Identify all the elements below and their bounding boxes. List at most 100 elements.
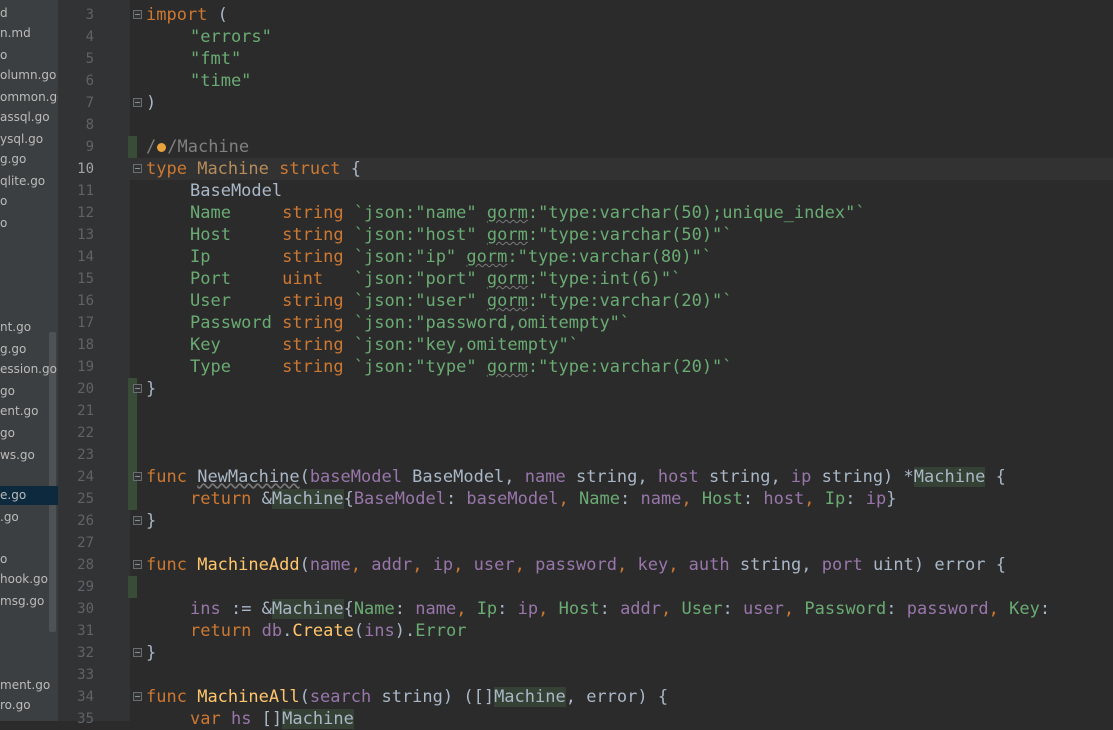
tree-file-item[interactable]: g.go — [0, 150, 58, 169]
fold-icon[interactable] — [133, 98, 142, 107]
struct-field-line[interactable]: Password string `json:"password,omitempt… — [190, 312, 630, 334]
fold-icon[interactable] — [133, 560, 142, 569]
tree-file-item[interactable]: e.go — [0, 486, 58, 505]
code-line-28[interactable]: func MachineAdd(name, addr, ip, user, pa… — [146, 554, 1006, 576]
code-line-6[interactable]: "time" — [190, 70, 251, 92]
code-line-32[interactable]: } — [146, 642, 156, 664]
code-line-35[interactable]: var hs []Machine — [190, 708, 354, 730]
field-name: Port — [190, 269, 231, 289]
struct-tag: `json:"user" — [353, 291, 487, 311]
fold-icon[interactable] — [133, 384, 142, 393]
line-number: 27 — [77, 535, 94, 551]
struct-field-line[interactable]: Ip string `json:"ip" gorm:"type:varchar(… — [190, 246, 712, 268]
fold-icon[interactable] — [133, 648, 142, 657]
code-line-10[interactable]: type Machine struct { — [146, 158, 361, 180]
code-line-30[interactable]: ins := &Machine{Name: name, Ip: ip, Host… — [190, 598, 1060, 620]
tree-file-item[interactable]: assql.go — [0, 108, 58, 127]
code-line-4[interactable]: "errors" — [190, 26, 272, 48]
tree-file-item[interactable]: o — [0, 550, 58, 569]
struct-tag: gorm — [486, 357, 528, 377]
code-text: } — [886, 489, 897, 509]
field-type: string — [282, 313, 344, 333]
code-line-5[interactable]: "fmt" — [190, 48, 241, 70]
tree-file-item[interactable]: ommon.go — [0, 88, 58, 107]
code-text: : — [845, 489, 866, 509]
type-name: Machine — [271, 599, 344, 619]
struct-tag: :"type:varchar(20)"` — [527, 357, 733, 377]
tree-file-item[interactable]: ent.go — [0, 402, 58, 421]
tree-file-item[interactable]: o — [0, 46, 58, 65]
fold-icon[interactable] — [133, 10, 142, 19]
tree-file-item[interactable]: n.md — [0, 24, 58, 43]
field-key: Name — [579, 489, 620, 509]
code-line-25[interactable]: return &Machine{BaseModel: baseModel, Na… — [190, 488, 896, 510]
code-text: , — [661, 599, 682, 619]
field-type: uint — [282, 269, 344, 289]
lightbulb-icon[interactable] — [157, 142, 167, 152]
keyword: func — [146, 555, 187, 575]
param-name: addr — [371, 555, 413, 575]
fold-icon[interactable] — [133, 472, 142, 481]
fold-icon[interactable] — [133, 164, 142, 173]
code-line-34[interactable]: func MachineAll(search string) ([]Machin… — [146, 686, 668, 708]
type-name: Machine — [282, 709, 354, 729]
fold-icon[interactable] — [133, 692, 142, 701]
param-name: port — [821, 555, 863, 575]
keyword: func — [146, 467, 187, 487]
code-line-9[interactable]: / /Machine — [146, 136, 249, 158]
param-name: name — [640, 489, 682, 509]
keyword: struct — [279, 159, 341, 179]
tree-file-item[interactable]: ysql.go — [0, 130, 58, 149]
code-line-31[interactable]: return db.Create(ins).Error — [190, 620, 466, 642]
tree-file-item[interactable]: ession.go — [0, 360, 58, 379]
tree-file-item[interactable]: d — [0, 4, 58, 23]
line-number: 9 — [85, 139, 94, 155]
tree-file-item[interactable]: olumn.go — [0, 66, 58, 85]
code-line-11[interactable]: BaseModel — [190, 180, 282, 202]
string-literal: "time" — [190, 71, 252, 91]
param-list: name, addr, ip, user, password, key, aut… — [310, 555, 1006, 575]
fold-icon[interactable] — [133, 516, 142, 525]
tree-file-item[interactable]: go — [0, 424, 58, 443]
tree-file-item[interactable]: ment.go — [0, 676, 58, 695]
code-line-3[interactable]: import ( — [146, 4, 228, 26]
tree-file-item[interactable]: go — [0, 382, 58, 401]
tree-file-item[interactable]: msg.go — [0, 592, 58, 611]
tree-file-item[interactable]: nt.go — [0, 318, 58, 337]
struct-tag: `json:"port" — [353, 269, 487, 289]
struct-field-line[interactable]: Type string `json:"type" gorm:"type:varc… — [190, 356, 733, 378]
vcs-change-marker — [128, 136, 137, 158]
code-line-26[interactable]: } — [146, 510, 156, 532]
struct-field-line[interactable]: Name string `json:"name" gorm:"type:varc… — [190, 202, 866, 224]
line-number: 15 — [77, 271, 94, 287]
struct-field-line[interactable]: Port uint `json:"port" gorm:"type:int(6)… — [190, 268, 681, 290]
tree-file-item[interactable]: ro.go — [0, 696, 58, 715]
tree-file-item[interactable]: .go — [0, 508, 58, 527]
line-number: 30 — [77, 601, 94, 617]
line-number: 23 — [77, 447, 94, 463]
tree-file-item[interactable]: hook.go — [0, 570, 58, 589]
function-name: MachineAll — [197, 687, 300, 707]
struct-field-line[interactable]: Key string `json:"key,omitempty"` — [190, 334, 579, 356]
tree-file-item[interactable]: qlite.go — [0, 172, 58, 191]
line-number: 26 — [77, 513, 94, 529]
field-type: string — [282, 357, 344, 377]
code-line-7[interactable]: ) — [146, 92, 156, 114]
tree-file-item[interactable]: g.go — [0, 340, 58, 359]
tree-file-item[interactable]: o — [0, 214, 58, 233]
tree-file-item[interactable]: ws.go — [0, 446, 58, 465]
code-text: , — [558, 489, 580, 509]
code-line-20[interactable]: } — [146, 378, 156, 400]
struct-field-line[interactable]: User string `json:"user" gorm:"type:varc… — [190, 290, 733, 312]
param-name: baseModel — [466, 489, 559, 509]
field-type: string — [282, 291, 344, 311]
field-type: string — [282, 247, 344, 267]
struct-field-line[interactable]: Host string `json:"host" gorm:"type:varc… — [190, 224, 733, 246]
tree-file-item[interactable]: o — [0, 192, 58, 211]
code-line-24[interactable]: func NewMachine(baseModel BaseModel, nam… — [146, 466, 1006, 488]
